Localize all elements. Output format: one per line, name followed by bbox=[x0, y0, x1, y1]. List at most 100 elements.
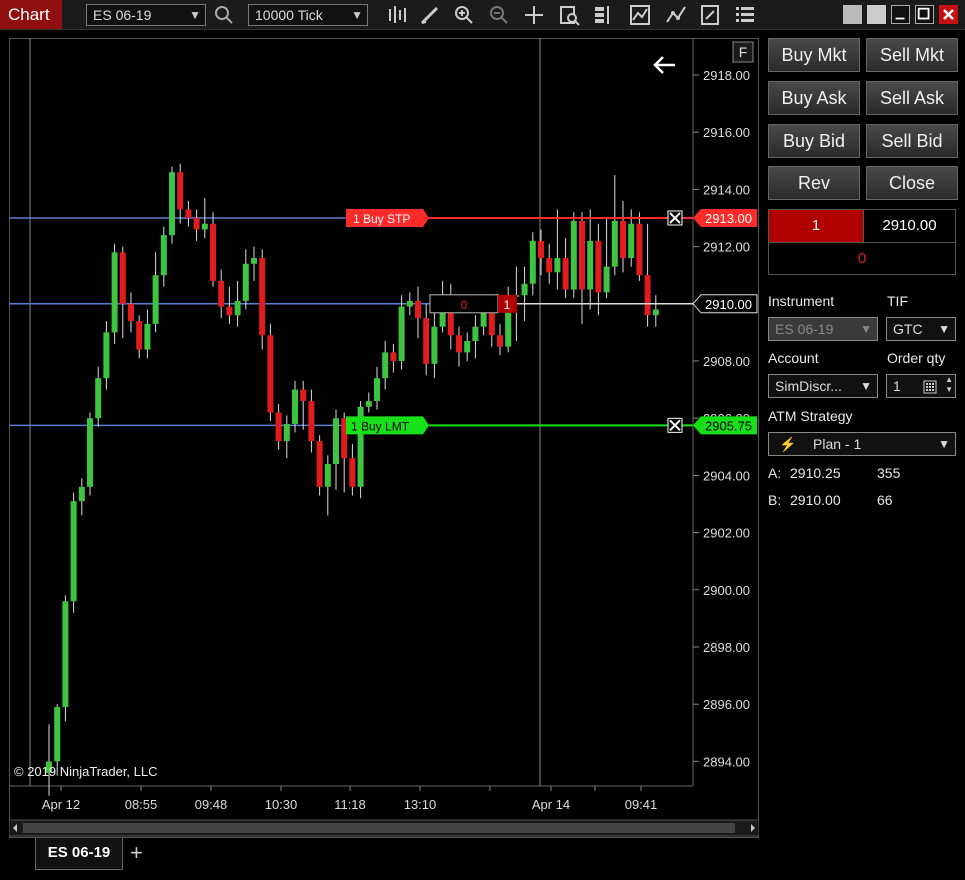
atm-strategy-select[interactable]: ⚡ Plan - 1 ▼ bbox=[768, 432, 956, 456]
candle-body[interactable] bbox=[103, 332, 110, 379]
candle-body[interactable] bbox=[374, 378, 380, 402]
crosshair-icon[interactable] bbox=[522, 3, 546, 27]
candle-body[interactable] bbox=[136, 320, 143, 350]
window-pin-button[interactable] bbox=[867, 5, 886, 24]
candle-body[interactable] bbox=[201, 223, 208, 230]
candle-body[interactable] bbox=[70, 501, 77, 602]
price-chart[interactable]: 2918.00 2916.00 2914.00 2912.00 2910.00 2908.… bbox=[9, 38, 759, 838]
candle-body[interactable] bbox=[324, 463, 331, 487]
candle-body[interactable] bbox=[390, 352, 397, 361]
candle-body[interactable] bbox=[177, 172, 184, 210]
close-window-button[interactable] bbox=[939, 5, 958, 24]
candle-body[interactable] bbox=[87, 418, 93, 487]
candle-body[interactable] bbox=[456, 335, 462, 353]
candle-body[interactable] bbox=[488, 309, 495, 336]
add-tab-icon[interactable]: + bbox=[130, 840, 143, 866]
instrument-selector[interactable]: ES 06-19 ▼ bbox=[86, 4, 206, 26]
order-qty-stepper[interactable]: 1 ▲ ▼ bbox=[886, 374, 956, 398]
calculator-icon[interactable] bbox=[923, 378, 937, 394]
candle-body[interactable] bbox=[472, 326, 479, 341]
candle-body[interactable] bbox=[283, 423, 290, 442]
sell-bid-button[interactable]: Sell Bid bbox=[866, 124, 958, 158]
candle-body[interactable] bbox=[464, 340, 471, 353]
candle-body[interactable] bbox=[365, 401, 372, 407]
candle-body[interactable] bbox=[193, 218, 200, 230]
candle-body[interactable] bbox=[144, 323, 151, 350]
stepper-arrows-icon[interactable]: ▲ ▼ bbox=[945, 375, 953, 395]
candle-body[interactable] bbox=[242, 263, 249, 301]
candle-body[interactable] bbox=[644, 275, 651, 316]
search-icon[interactable] bbox=[212, 3, 236, 27]
candle-body[interactable] bbox=[251, 258, 257, 264]
candle-body[interactable] bbox=[398, 306, 405, 361]
candle-body[interactable] bbox=[652, 309, 659, 316]
templates-icon[interactable] bbox=[698, 3, 722, 27]
candle-body[interactable] bbox=[275, 412, 282, 442]
candle-body[interactable] bbox=[62, 601, 69, 708]
candle-body[interactable] bbox=[267, 335, 274, 413]
candle-body[interactable] bbox=[234, 300, 241, 316]
candle-body[interactable] bbox=[554, 258, 561, 273]
indicators-icon[interactable] bbox=[628, 3, 652, 27]
bar-type-icon[interactable] bbox=[385, 3, 409, 27]
candle-body[interactable] bbox=[546, 258, 553, 273]
candle-body[interactable] bbox=[562, 258, 569, 290]
scrollbar-thumb[interactable] bbox=[23, 823, 735, 833]
interval-selector[interactable]: 10000 Tick ▼ bbox=[248, 4, 368, 26]
candle-body[interactable] bbox=[382, 352, 389, 379]
candle-body[interactable] bbox=[349, 458, 356, 487]
candle-body[interactable] bbox=[308, 401, 315, 442]
candle-body[interactable] bbox=[570, 220, 577, 290]
candle-body[interactable] bbox=[636, 223, 643, 276]
candle-body[interactable] bbox=[95, 378, 102, 419]
candle-body[interactable] bbox=[169, 172, 175, 236]
strategies-icon[interactable] bbox=[664, 3, 688, 27]
tab-es-06-19[interactable]: ES 06-19 bbox=[35, 838, 123, 870]
candle-body[interactable] bbox=[119, 252, 126, 304]
candle-body[interactable] bbox=[111, 252, 118, 333]
sell-market-button[interactable]: Sell Mkt bbox=[866, 38, 958, 72]
candle-body[interactable] bbox=[185, 209, 192, 218]
candle-body[interactable] bbox=[292, 389, 298, 424]
data-box-icon[interactable] bbox=[557, 3, 581, 27]
account-select[interactable]: SimDiscr... ▼ bbox=[768, 374, 878, 398]
zoom-in-icon[interactable] bbox=[452, 3, 476, 27]
reverse-button[interactable]: Rev bbox=[768, 166, 860, 200]
drawing-tool-icon[interactable] bbox=[418, 3, 442, 27]
window-color-button[interactable] bbox=[843, 5, 862, 24]
tif-select[interactable]: GTC ▼ bbox=[886, 317, 956, 341]
candle-body[interactable] bbox=[529, 240, 536, 284]
candle-body[interactable] bbox=[538, 240, 544, 259]
properties-icon[interactable] bbox=[733, 3, 757, 27]
buy-ask-button[interactable]: Buy Ask bbox=[768, 81, 860, 115]
candle-body[interactable] bbox=[611, 220, 618, 267]
buy-market-button[interactable]: Buy Mkt bbox=[768, 38, 860, 72]
candle-body[interactable] bbox=[152, 275, 159, 324]
candle-body[interactable] bbox=[595, 240, 602, 293]
close-position-button[interactable]: Close bbox=[866, 166, 958, 200]
back-arrow-icon[interactable] bbox=[653, 56, 675, 74]
candle-body[interactable] bbox=[587, 240, 594, 290]
minimize-button[interactable] bbox=[891, 5, 910, 24]
candle-body[interactable] bbox=[226, 306, 233, 316]
candle-body[interactable] bbox=[78, 486, 85, 502]
candle-body[interactable] bbox=[620, 220, 626, 259]
candle-body[interactable] bbox=[423, 318, 430, 364]
candle-body[interactable] bbox=[300, 389, 307, 402]
candle-body[interactable] bbox=[128, 303, 134, 321]
sell-ask-button[interactable]: Sell Ask bbox=[866, 81, 958, 115]
candle-body[interactable] bbox=[160, 235, 167, 276]
buy-bid-button[interactable]: Buy Bid bbox=[768, 124, 860, 158]
maximize-button[interactable] bbox=[915, 5, 934, 24]
candle-body[interactable] bbox=[316, 441, 323, 487]
candle-body[interactable] bbox=[333, 418, 339, 464]
candle-body[interactable] bbox=[521, 283, 528, 296]
zoom-out-icon[interactable] bbox=[487, 3, 511, 27]
candle-body[interactable] bbox=[218, 280, 225, 307]
candle-body[interactable] bbox=[259, 258, 266, 336]
candle-body[interactable] bbox=[415, 300, 421, 319]
candle-body[interactable] bbox=[54, 707, 61, 762]
candle-body[interactable] bbox=[579, 220, 585, 290]
chart-trader-icon[interactable] bbox=[592, 3, 616, 27]
candle-body[interactable] bbox=[431, 326, 438, 364]
